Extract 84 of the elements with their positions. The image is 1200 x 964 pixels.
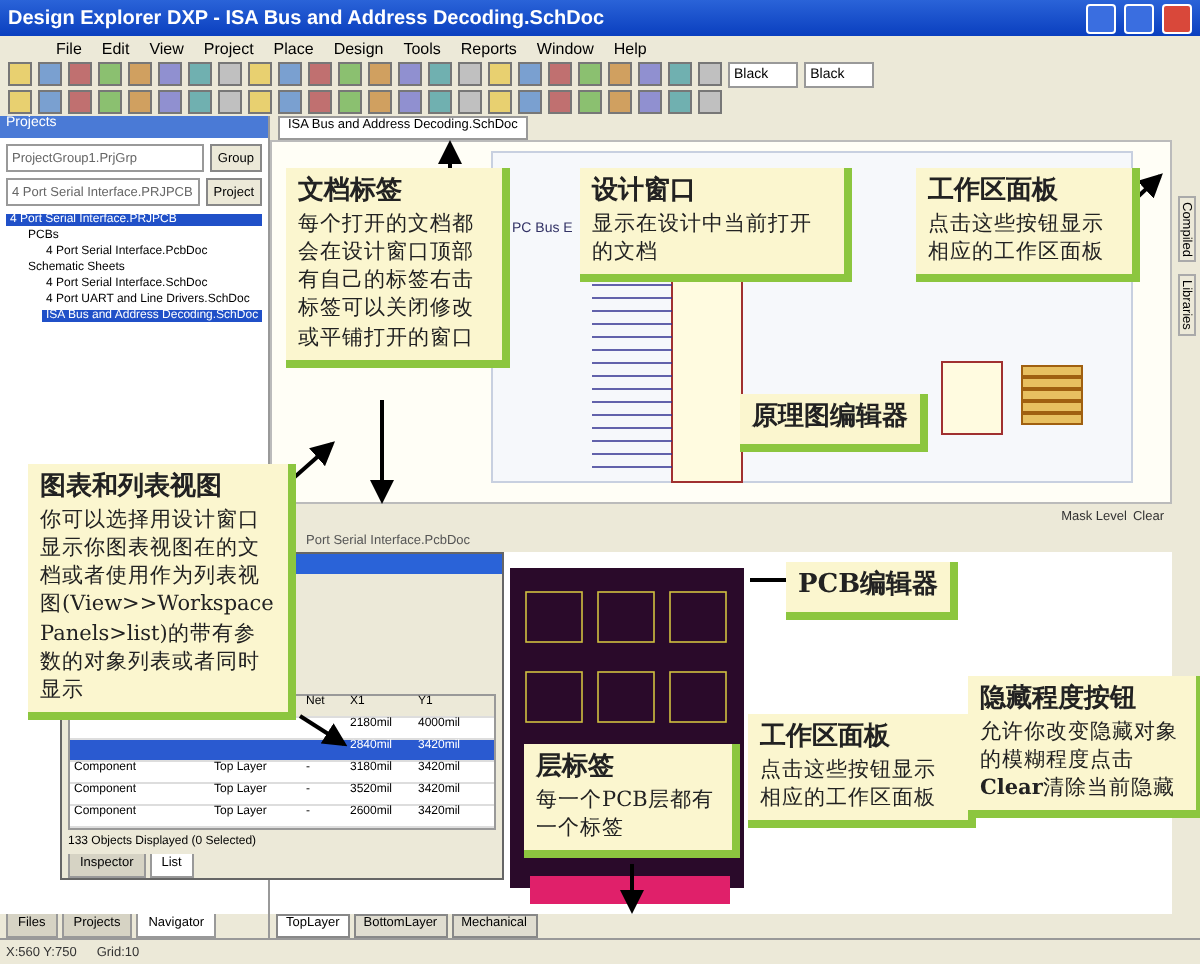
toolbar-icon[interactable] <box>218 62 242 86</box>
toolbar-icon[interactable] <box>8 90 32 114</box>
menu-item[interactable]: File <box>56 39 82 57</box>
callout-text: 点击这些按钮显示相应的工作区面板 <box>760 755 938 813</box>
toolbar-icon[interactable] <box>248 62 272 86</box>
maximize-button[interactable] <box>1124 3 1154 33</box>
menu-item[interactable]: Window <box>536 39 594 57</box>
toolbar-icon[interactable] <box>548 90 572 114</box>
toolbar-icon[interactable] <box>338 62 362 86</box>
callout-text: 显示在设计中当前打开的文档 <box>592 209 814 267</box>
toolbar-icon[interactable] <box>8 62 32 86</box>
toolbar-icon[interactable] <box>128 62 152 86</box>
menu-item[interactable]: Reports <box>460 39 517 57</box>
toolbar-icon[interactable] <box>188 62 212 86</box>
callout-title: 工作区面板 <box>928 176 1060 210</box>
toolbar-icon[interactable] <box>518 90 542 114</box>
callout-text: 每个打开的文档都会在设计窗口顶部有自己的标签右击标签可以关闭修改或平铺打开的窗口 <box>298 209 476 352</box>
minimize-button[interactable] <box>1086 3 1116 33</box>
toolbar-icon[interactable] <box>98 62 122 86</box>
toolbar-icon[interactable] <box>38 62 62 86</box>
toolbar-icon[interactable] <box>638 62 662 86</box>
arrow <box>370 400 394 504</box>
close-button[interactable] <box>1162 3 1192 33</box>
toolbar-icon[interactable] <box>578 90 602 114</box>
toolbar-icon[interactable] <box>368 90 392 114</box>
toolbar-icon[interactable] <box>68 90 92 114</box>
toolbar-icon[interactable] <box>398 62 422 86</box>
toolbar-icon[interactable] <box>248 90 272 114</box>
callout-title: PCB编辑器 <box>798 570 939 604</box>
callout-title: 层标签 <box>536 752 616 786</box>
arrow <box>298 714 348 747</box>
toolbar-icon[interactable] <box>488 62 512 86</box>
table-cell <box>70 740 210 762</box>
toolbar-icon[interactable] <box>458 62 482 86</box>
toolbar-icon[interactable] <box>308 62 332 86</box>
toolbar-icon[interactable] <box>698 62 722 86</box>
toolbar-icon[interactable] <box>188 90 212 114</box>
callout-title: 文档标签 <box>298 176 404 210</box>
toolbar-icon[interactable] <box>548 62 572 86</box>
callout-title: 隐藏程度按钮 <box>980 684 1138 718</box>
callout-title: 设计窗口 <box>592 176 698 210</box>
toolbar-icon[interactable] <box>518 62 542 86</box>
arrow <box>438 140 462 168</box>
toolbar-icon[interactable] <box>308 90 332 114</box>
callout-title: 图表和列表视图 <box>40 472 224 506</box>
menu-item[interactable]: Place <box>273 39 314 57</box>
toolbar-icon[interactable] <box>278 62 302 86</box>
callout-title: 原理图编辑器 <box>752 402 908 436</box>
toolbar-icon[interactable] <box>38 90 62 114</box>
toolbar-icon[interactable] <box>368 62 392 86</box>
toolbar-icon[interactable] <box>98 90 122 114</box>
callout-text: 每一个PCB层都有一个标签 <box>536 785 716 843</box>
toolbar-icon[interactable] <box>578 62 602 86</box>
toolbar-icon[interactable] <box>488 90 512 114</box>
menu-item[interactable]: Tools <box>403 39 441 57</box>
toolbar-icon[interactable] <box>158 90 182 114</box>
toolbar-icon[interactable] <box>428 62 452 86</box>
menu-item[interactable]: Help <box>613 39 647 57</box>
menu-item[interactable]: View <box>149 39 184 57</box>
callout-title: 工作区面板 <box>760 722 892 756</box>
toolbar-icon[interactable] <box>218 90 242 114</box>
toolbar-icon[interactable] <box>608 62 632 86</box>
toolbar-icon[interactable] <box>698 90 722 114</box>
callout-text: 你可以选择用设计窗口显示你图表视图在的文档或者使用作为列表视图(View>>Workspace Panels>list)的带有参数的对象列表或者同时显示 <box>40 505 276 705</box>
callout-text: 允许你改变隐藏对象的模糊程度点击Clear清除当前隐藏 <box>980 717 1180 803</box>
toolbar-icon[interactable] <box>158 62 182 86</box>
toolbar-icon[interactable] <box>668 90 692 114</box>
menu-item[interactable]: Edit <box>101 39 130 57</box>
menu-item[interactable]: Design <box>333 39 384 57</box>
window-title: Design Explorer DXP - ISA Bus and Address Decoding.SchDoc <box>8 7 607 29</box>
toolbar-icon[interactable] <box>68 62 92 86</box>
arrow <box>620 864 644 914</box>
toolbar-icon[interactable] <box>428 90 452 114</box>
callout-text: 点击这些按钮显示相应的工作区面板 <box>928 209 1106 267</box>
toolbar-icon[interactable] <box>608 90 632 114</box>
toolbar-icon[interactable] <box>458 90 482 114</box>
toolbar-icon[interactable] <box>398 90 422 114</box>
toolbar-icon[interactable] <box>278 90 302 114</box>
toolbar-icon[interactable] <box>668 62 692 86</box>
toolbar-icon[interactable] <box>638 90 662 114</box>
toolbar-icon[interactable] <box>128 90 152 114</box>
toolbar-icon[interactable] <box>338 90 362 114</box>
menu-item[interactable]: Project <box>203 39 254 57</box>
leader-line <box>750 578 786 582</box>
